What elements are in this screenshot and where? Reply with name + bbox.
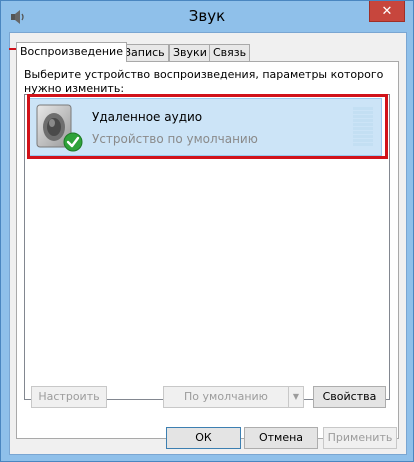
tab-recording[interactable]: Запись: [120, 44, 169, 61]
tab-sounds[interactable]: Звуки: [169, 44, 211, 61]
set-default-button[interactable]: По умолчанию ▼: [163, 386, 304, 408]
window-title: Звук: [188, 7, 226, 25]
chevron-down-icon[interactable]: ▼: [288, 387, 303, 407]
tab-communications[interactable]: Связь: [209, 44, 251, 61]
title-bar[interactable]: Звук ✕: [1, 1, 413, 32]
configure-button[interactable]: Настроить: [31, 386, 107, 408]
device-highlight-frame: [27, 94, 388, 159]
tab-playback[interactable]: Воспроизведение: [16, 42, 127, 62]
close-icon: ✕: [381, 3, 393, 19]
ok-button[interactable]: ОК: [166, 427, 241, 449]
sound-dialog: Звук ✕ Воспроизведение Запись Звуки Связ…: [0, 0, 414, 462]
close-button[interactable]: ✕: [369, 1, 405, 22]
instruction-text: Выберите устройство воспроизведения, пар…: [24, 68, 384, 95]
set-default-label: По умолчанию: [184, 390, 268, 403]
properties-button[interactable]: Свойства: [313, 386, 386, 408]
apply-button[interactable]: Применить: [323, 427, 397, 449]
cancel-button[interactable]: Отмена: [244, 427, 318, 449]
